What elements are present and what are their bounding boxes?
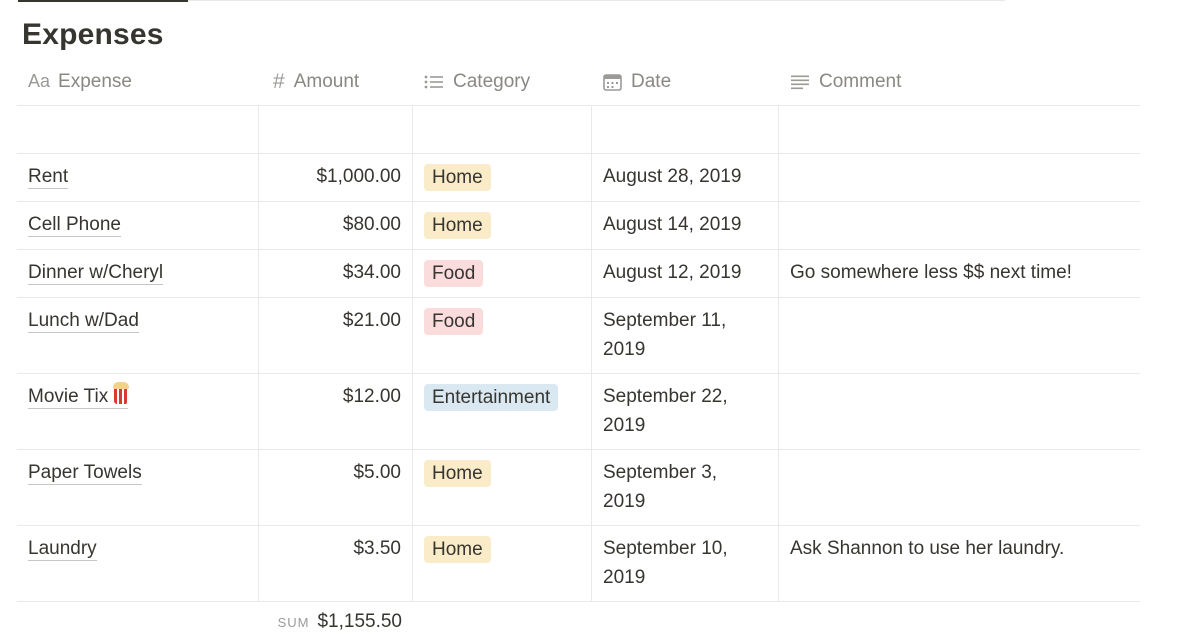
cell-comment[interactable] [779,298,1140,373]
cell-amount[interactable]: $21.00 [259,298,413,373]
expenses-table: Aa Expense # Amount Category Date Commen… [17,58,1140,642]
category-tag: Home [424,536,491,563]
column-header-label: Amount [293,71,360,92]
cell-expense[interactable] [17,106,259,153]
cell-amount[interactable] [259,106,413,153]
column-header-amount[interactable]: # Amount [259,58,413,105]
text-lines-icon [790,74,810,90]
table-row[interactable]: Dinner w/Cheryl $34.00 Food August 12, 2… [17,250,1140,298]
category-tag: Home [424,460,491,487]
table-row[interactable]: Laundry $3.50 Home September 10, 2019 As… [17,526,1140,602]
category-tag: Home [424,164,491,191]
category-tag: Food [424,260,484,287]
cell-comment[interactable] [779,374,1140,449]
expense-name[interactable]: Lunch w/Dad [28,310,139,333]
expense-name-text: Movie Tix [28,386,109,407]
cell-comment[interactable]: Ask Shannon to use her laundry. [779,526,1140,601]
cell-comment[interactable] [779,450,1140,525]
cell-date[interactable]: September 22, 2019 [592,374,779,449]
column-header-date[interactable]: Date [592,58,779,105]
cell-date[interactable]: September 10, 2019 [592,526,779,601]
column-header-label: Date [631,71,672,92]
column-header-comment[interactable]: Comment [779,58,1140,105]
column-header-label: Comment [819,71,902,92]
expense-name[interactable]: Rent [28,166,69,189]
active-view-tab-indicator[interactable] [18,0,188,2]
category-tag: Food [424,308,484,335]
cell-amount[interactable]: $80.00 [259,202,413,249]
expense-name[interactable]: Cell Phone [28,214,121,237]
cell-expense[interactable]: Paper Towels [17,450,259,525]
calendar-icon [603,73,622,91]
cell-amount[interactable]: $3.50 [259,526,413,601]
cell-amount[interactable]: $34.00 [259,250,413,297]
table-row[interactable]: Paper Towels $5.00 Home September 3, 201… [17,450,1140,526]
cell-category[interactable]: Home [413,154,592,201]
sum-label: SUM [277,615,310,630]
number-hash-icon: # [273,70,285,93]
expense-name[interactable]: Paper Towels [28,462,142,485]
cell-category[interactable]: Entertainment [413,374,592,449]
cell-amount[interactable]: $5.00 [259,450,413,525]
cell-expense[interactable]: Rent [17,154,259,201]
table-footer: SUM $1,155.50 [17,602,1140,642]
column-header-label: Category [453,71,531,92]
cell-category[interactable]: Food [413,250,592,297]
category-tag: Entertainment [424,384,559,411]
cell-category[interactable] [413,106,592,153]
cell-date[interactable]: August 12, 2019 [592,250,779,297]
sum-value: $1,155.50 [317,611,402,632]
expense-name[interactable]: Dinner w/Cheryl [28,262,164,285]
cell-expense[interactable]: Lunch w/Dad [17,298,259,373]
table-header-row: Aa Expense # Amount Category Date Commen… [17,58,1140,106]
cell-amount[interactable]: $1,000.00 [259,154,413,201]
column-header-label: Expense [58,71,132,92]
table-row[interactable]: Lunch w/Dad $21.00 Food September 11, 20… [17,298,1140,374]
table-row-empty[interactable] [17,106,1140,154]
list-icon [424,74,444,90]
table-row[interactable]: Cell Phone $80.00 Home August 14, 2019 [17,202,1140,250]
cell-date[interactable]: September 11, 2019 [592,298,779,373]
cell-comment[interactable] [779,154,1140,201]
cell-category[interactable]: Food [413,298,592,373]
cell-amount[interactable]: $12.00 [259,374,413,449]
cell-expense[interactable]: Dinner w/Cheryl [17,250,259,297]
category-tag: Home [424,212,491,239]
cell-expense[interactable]: Laundry [17,526,259,601]
title-aa-icon: Aa [28,71,51,91]
cell-expense[interactable]: Cell Phone [17,202,259,249]
cell-date[interactable] [592,106,779,153]
column-header-expense[interactable]: Aa Expense [17,58,259,105]
cell-category[interactable]: Home [413,526,592,601]
cell-date[interactable]: August 28, 2019 [592,154,779,201]
cell-comment[interactable] [779,106,1140,153]
table-row[interactable]: Movie Tix $12.00 Entertainment September… [17,374,1140,450]
cell-date[interactable]: September 3, 2019 [592,450,779,525]
cell-comment[interactable] [779,202,1140,249]
cell-expense[interactable]: Movie Tix [17,374,259,449]
column-header-category[interactable]: Category [413,58,592,105]
expense-name[interactable]: Laundry [28,538,97,561]
expense-name[interactable]: Movie Tix [28,382,130,409]
popcorn-icon [113,382,130,404]
cell-category[interactable]: Home [413,202,592,249]
cell-date[interactable]: August 14, 2019 [592,202,779,249]
page-title: Expenses [22,18,164,51]
table-row[interactable]: Rent $1,000.00 Home August 28, 2019 [17,154,1140,202]
cell-category[interactable]: Home [413,450,592,525]
cell-comment[interactable]: Go somewhere less $$ next time! [779,250,1140,297]
